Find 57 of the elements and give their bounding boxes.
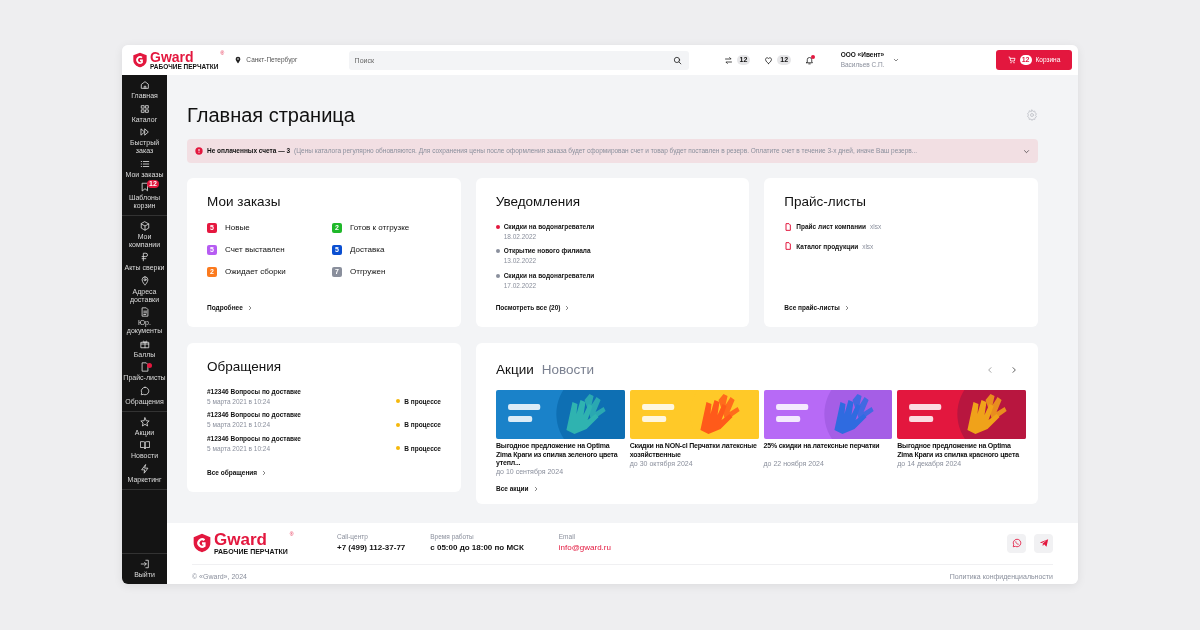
- location-pin-icon: [139, 275, 150, 286]
- open-book-icon: [139, 440, 150, 451]
- shield-logo-icon: [192, 533, 212, 554]
- card-title: Обращения: [207, 360, 283, 375]
- grid-icon: [139, 103, 150, 114]
- lightning-icon: [139, 464, 150, 475]
- status-label[interactable]: Ожидает сборки: [225, 265, 286, 278]
- status-label[interactable]: Отгружен: [350, 265, 386, 278]
- file-icon: [139, 362, 150, 373]
- logo-wordmark: Gward: [150, 49, 194, 64]
- location-pin-icon: [234, 56, 243, 64]
- error-icon: [195, 147, 203, 155]
- email-link[interactable]: info@gward.ru: [558, 542, 611, 555]
- bookmark-icon: [139, 182, 150, 193]
- gift-icon: [139, 338, 150, 349]
- document-icon: [139, 307, 150, 318]
- cart-icon: [1007, 56, 1016, 64]
- chevron-right-icon: [564, 305, 571, 312]
- status-label[interactable]: Счет выставлен: [225, 243, 285, 256]
- paper-plane-icon: [1038, 538, 1049, 549]
- logout-icon: [139, 559, 150, 570]
- star-icon: [139, 416, 150, 427]
- card-title: Прайс-листы: [784, 195, 867, 210]
- bell-icon[interactable]: [805, 55, 815, 65]
- chevron-right-icon: [532, 485, 539, 492]
- list-icon: [139, 158, 150, 169]
- fast-forward-icon: [139, 127, 150, 138]
- card-title: Уведомления: [495, 195, 582, 210]
- chevron-right-icon: [843, 305, 850, 312]
- section-tab[interactable]: Новости: [541, 360, 594, 381]
- status-label[interactable]: Доставка: [350, 243, 385, 256]
- chevron-right-icon[interactable]: [1010, 366, 1018, 375]
- file-icon: [784, 242, 793, 251]
- status-label[interactable]: Готов к отгрузке: [350, 221, 410, 234]
- card-title: Мои заказы: [207, 195, 282, 210]
- ruble-icon: [139, 252, 150, 263]
- home-icon: [139, 80, 150, 90]
- whatsapp-button[interactable]: [1007, 533, 1026, 553]
- compare-arrows-icon[interactable]: [723, 55, 733, 65]
- cube-icon: [139, 220, 150, 231]
- contact-value: с 05:00 до 18:00 по МСК: [430, 542, 524, 555]
- chat-bubble-icon: [139, 386, 150, 396]
- chevron-right-icon: [246, 305, 253, 312]
- chevron-right-icon: [261, 470, 268, 477]
- page-title: Главная страница: [187, 105, 355, 125]
- contact-value: +7 (499) 112-37-77: [337, 542, 406, 555]
- chevron-down-icon[interactable]: [1023, 147, 1030, 155]
- logo-wordmark: Gward: [214, 531, 267, 549]
- status-label[interactable]: Новые: [225, 221, 250, 234]
- chevron-down-icon[interactable]: [892, 57, 899, 63]
- file-icon: [784, 222, 793, 231]
- phone-bubble-icon: [1011, 538, 1022, 549]
- heart-icon[interactable]: [764, 55, 774, 65]
- shield-logo-icon: [132, 52, 148, 68]
- section-tab[interactable]: Акции: [496, 360, 534, 381]
- telegram-button[interactable]: [1034, 533, 1053, 553]
- search-icon: [672, 55, 682, 65]
